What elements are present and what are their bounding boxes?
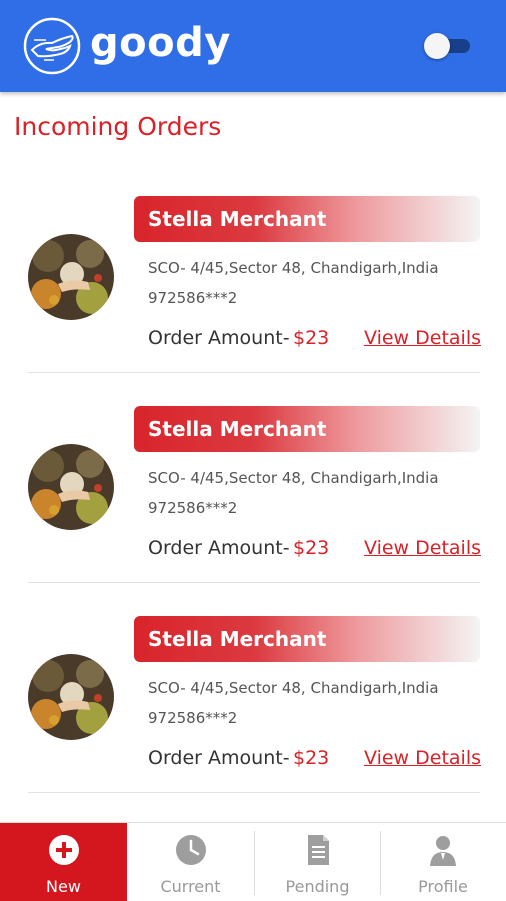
merchant-address: SCO- 4/45,Sector 48, Chandigarh,India <box>148 259 439 277</box>
tab-current[interactable]: Current <box>127 823 254 901</box>
order-amount-value: $23 <box>293 537 330 559</box>
merchant-address: SCO- 4/45,Sector 48, Chandigarh,India <box>148 679 439 697</box>
order-card: Stella Merchant SCO- 4/45,Sector 48, Cha… <box>0 196 506 406</box>
divider <box>28 792 480 793</box>
tab-new-label: New <box>46 877 81 896</box>
merchant-name-bar: Stella Merchant <box>134 616 480 662</box>
merchant-address: SCO- 4/45,Sector 48, Chandigarh,India <box>148 469 439 487</box>
tab-pending[interactable]: Pending <box>254 823 381 901</box>
order-amount-label: Order Amount- <box>148 537 290 559</box>
document-icon <box>307 835 329 865</box>
user-icon <box>430 836 456 866</box>
plus-circle-icon <box>48 835 79 865</box>
merchant-name: Stella Merchant <box>148 627 327 651</box>
view-details-link[interactable]: View Details <box>364 326 481 350</box>
app-header: goody <box>0 0 506 92</box>
toggle-knob <box>424 33 450 59</box>
app-brand-name: goody <box>90 20 231 66</box>
merchant-avatar <box>28 444 114 530</box>
merchant-name-bar: Stella Merchant <box>134 406 480 452</box>
merchant-avatar <box>28 654 114 740</box>
merchant-phone: 972586***2 <box>148 289 238 307</box>
theme-toggle[interactable] <box>424 33 470 59</box>
order-card: Stella Merchant SCO- 4/45,Sector 48, Cha… <box>0 616 506 826</box>
order-card: Stella Merchant SCO- 4/45,Sector 48, Cha… <box>0 406 506 616</box>
order-amount-value: $23 <box>293 327 330 349</box>
merchant-name: Stella Merchant <box>148 207 327 231</box>
page-title: Incoming Orders <box>14 112 222 141</box>
view-details-link[interactable]: View Details <box>364 536 481 560</box>
tab-new[interactable]: New <box>0 823 127 901</box>
divider <box>28 582 480 583</box>
order-amount-label: Order Amount- <box>148 747 290 769</box>
tab-profile-label: Profile <box>418 877 468 896</box>
order-amount-value: $23 <box>293 747 330 769</box>
clock-icon <box>175 835 206 865</box>
tab-profile[interactable]: Profile <box>380 823 506 901</box>
merchant-avatar <box>28 234 114 320</box>
merchant-phone: 972586***2 <box>148 709 238 727</box>
divider <box>28 372 480 373</box>
hand-logo-icon <box>23 17 81 75</box>
merchant-name: Stella Merchant <box>148 417 327 441</box>
merchant-name-bar: Stella Merchant <box>134 196 480 242</box>
merchant-phone: 972586***2 <box>148 499 238 517</box>
view-details-link[interactable]: View Details <box>364 746 481 770</box>
tab-pending-label: Pending <box>285 877 350 896</box>
tab-current-label: Current <box>160 877 221 896</box>
order-amount-label: Order Amount- <box>148 327 290 349</box>
bottom-tab-bar: New Current Pending Profile <box>0 822 506 901</box>
